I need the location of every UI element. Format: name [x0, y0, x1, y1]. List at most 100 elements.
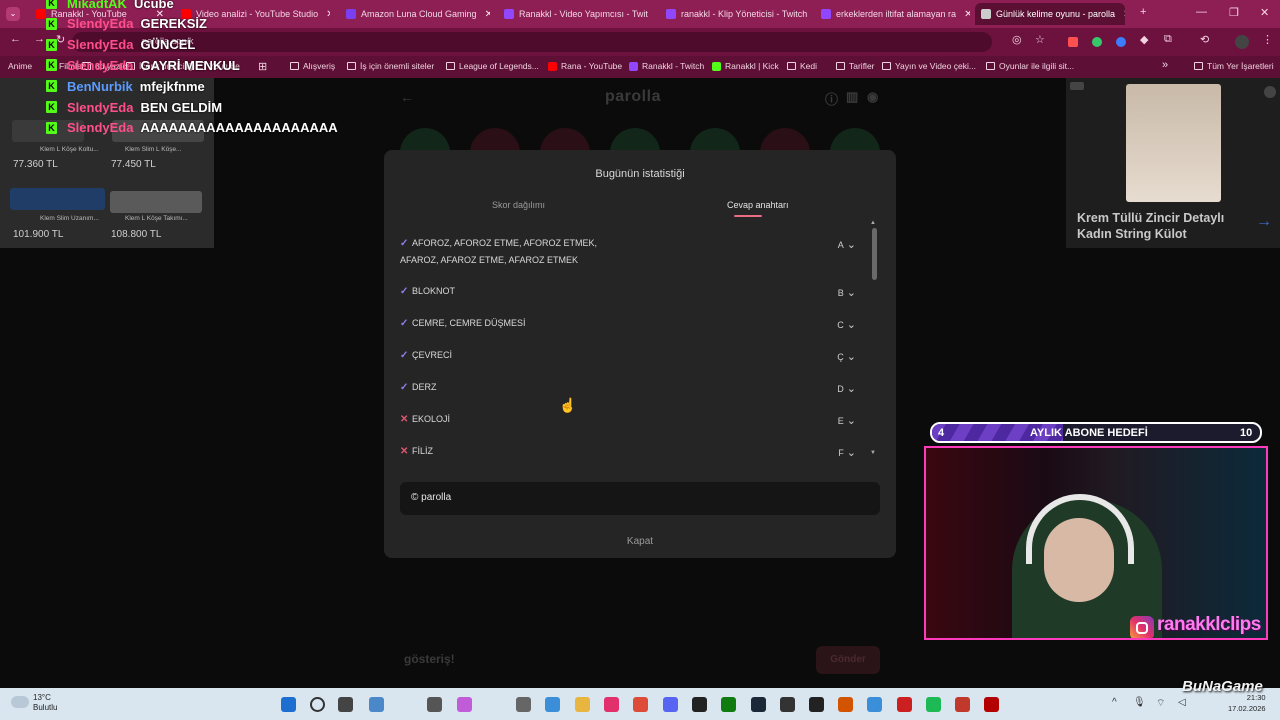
wifi-icon[interactable]: ⌔: [1156, 697, 1165, 710]
browser-tab[interactable]: Ranakkl - Video Yapımcısı - Twit✕: [498, 3, 653, 25]
minimize-icon[interactable]: —: [1196, 6, 1207, 18]
browser-tab[interactable]: Amazon Luna Cloud Gaming ✕: [340, 3, 490, 25]
widgets-icon[interactable]: [369, 697, 384, 712]
obs-icon[interactable]: [984, 697, 999, 712]
bookmark-item[interactable]: League of Legends...: [446, 61, 539, 71]
chevron-down-icon[interactable]: ⌄: [844, 287, 856, 299]
chevron-down-icon[interactable]: ⌄: [844, 383, 856, 395]
arrow-right-icon[interactable]: →: [1256, 213, 1272, 231]
chevron-down-icon[interactable]: ⌄: [844, 447, 856, 459]
browser-tab[interactable]: Günlük kelime oyunu - parolla✕: [975, 3, 1125, 25]
bookmark-item[interactable]: Yayın ve Video çeki...: [882, 61, 976, 71]
microphone-icon[interactable]: 🎙: [1133, 697, 1146, 708]
tab-close-icon[interactable]: ✕: [648, 9, 653, 20]
maximize-icon[interactable]: ❐: [1229, 6, 1239, 19]
bookmark-item[interactable]: İş için önemli siteler: [347, 61, 434, 71]
bookmark-star-icon[interactable]: ☆: [1035, 33, 1045, 46]
close-window-icon[interactable]: ✕: [1260, 6, 1269, 19]
back-icon[interactable]: ←: [10, 33, 21, 45]
instagram-app-icon[interactable]: [604, 697, 619, 712]
tab-answer-key[interactable]: Cevap anahtarı: [727, 200, 789, 210]
history-icon[interactable]: ⟲: [1200, 33, 1209, 46]
stats-icon[interactable]: ▥: [846, 89, 858, 105]
answer-row[interactable]: ✕ FİLİZ F ⌄: [400, 446, 856, 459]
user-icon[interactable]: ◉: [867, 89, 878, 105]
system-clock[interactable]: 21:30 17.02.2026: [1228, 692, 1266, 714]
bookmark-item[interactable]: Kedi: [787, 61, 817, 71]
spotify-icon[interactable]: [926, 697, 941, 712]
tab-search-icon[interactable]: ⌄: [6, 7, 20, 21]
xbox-icon[interactable]: [721, 697, 736, 712]
tray-chevron-icon[interactable]: ^: [1112, 697, 1117, 708]
tab-close-icon[interactable]: ✕: [807, 9, 808, 20]
answer-row[interactable]: ✓ ÇEVRECİ Ç ⌄: [400, 350, 856, 363]
extension-icon[interactable]: [1068, 37, 1078, 47]
task-view-icon[interactable]: [338, 697, 353, 712]
chevron-down-icon[interactable]: ⌄: [844, 239, 856, 251]
answer-row[interactable]: ✓ DERZ D ⌄: [400, 382, 856, 395]
answer-row[interactable]: ✓ BLOKNOT B ⌄: [400, 286, 856, 299]
chevron-down-icon[interactable]: ⌄: [844, 351, 856, 363]
tab-close-icon[interactable]: ✕: [956, 9, 970, 20]
bookmark-item[interactable]: Anime: [8, 61, 32, 71]
ad-close-icon[interactable]: [1264, 86, 1276, 98]
right-advertisement[interactable]: Krem Tüllü Zincir Detaylı Kadın String K…: [1066, 78, 1280, 248]
chevron-down-icon[interactable]: ⌄: [844, 319, 856, 331]
bookmark-item[interactable]: Oyunlar ile ilgili sit...: [986, 61, 1074, 71]
profile-avatar[interactable]: [1235, 35, 1249, 49]
app-icon[interactable]: [427, 697, 442, 712]
photos-icon[interactable]: [545, 697, 560, 712]
extension-icon[interactable]: [1116, 37, 1126, 47]
windows-start-icon[interactable]: [281, 697, 296, 712]
search-icon[interactable]: [310, 697, 325, 712]
more-bookmarks-icon[interactable]: »: [1162, 59, 1168, 71]
url-field[interactable]: parolla.app/k: [72, 32, 992, 52]
share-result-box[interactable]: © parolla: [400, 482, 880, 515]
bookmark-item[interactable]: Ranakkl | Kick: [712, 61, 779, 71]
bookmark-item[interactable]: Ranakkl - Twitch: [629, 61, 704, 71]
back-icon[interactable]: ←: [400, 89, 414, 105]
close-button[interactable]: Kapat: [384, 536, 896, 547]
eye-off-icon[interactable]: ◎: [1012, 33, 1022, 46]
answer-row[interactable]: ✓ AFOROZ, AFOROZ ETME, AFOROZ ETMEK, AFARO…: [400, 238, 856, 265]
game-icon[interactable]: [838, 697, 853, 712]
game-icon[interactable]: [955, 697, 970, 712]
scroll-down-icon[interactable]: ▼: [870, 450, 876, 456]
apps-icon[interactable]: ⊞: [258, 60, 267, 73]
copilot-icon[interactable]: [457, 697, 472, 712]
submit-button[interactable]: Gönder: [816, 646, 880, 674]
volume-icon[interactable]: ◁: [1178, 697, 1186, 708]
app-icon[interactable]: [780, 697, 795, 712]
extension-icon[interactable]: [1092, 37, 1102, 47]
bookmark-item[interactable]: Rana - YouTube: [548, 61, 622, 71]
bookmark-item[interactable]: Alışveriş: [290, 61, 335, 71]
app-icon[interactable]: [692, 697, 707, 712]
extension-icon[interactable]: ◆: [1140, 33, 1148, 46]
browser-tab[interactable]: erkeklerden iltifat alamayan ra ✕: [815, 3, 970, 25]
answer-row[interactable]: ✓ CEMRE, CEMRE DÜŞMESİ C ⌄: [400, 318, 856, 331]
steam-icon[interactable]: [751, 697, 766, 712]
puzzle-icon[interactable]: ⧉: [1164, 33, 1172, 46]
app-icon[interactable]: [867, 697, 882, 712]
tab-close-icon[interactable]: ✕: [477, 9, 490, 20]
app-icon[interactable]: [897, 697, 912, 712]
browser-tab[interactable]: ranakkl - Klip Yöneticisi - Twitch✕: [660, 3, 808, 25]
chevron-down-icon[interactable]: ⌄: [844, 415, 856, 427]
settings-icon[interactable]: [516, 697, 531, 712]
weather-widget[interactable]: 13°C Bulutlu: [33, 693, 57, 713]
scroll-up-icon[interactable]: ▲: [870, 220, 876, 226]
tab-score-distribution[interactable]: Skor dağılımı: [492, 200, 545, 210]
scrollbar-thumb[interactable]: [872, 228, 877, 280]
discord-icon[interactable]: [663, 697, 678, 712]
tab-close-icon[interactable]: ✕: [318, 9, 330, 20]
answer-input[interactable]: gösteriş!: [404, 652, 455, 666]
epic-games-icon[interactable]: [809, 697, 824, 712]
forward-icon[interactable]: →: [34, 33, 45, 45]
bookmark-item[interactable]: Tarifler: [836, 61, 875, 71]
answer-row[interactable]: ✕ EKOLOJİ E ⌄: [400, 414, 856, 427]
new-tab-button[interactable]: +: [1140, 6, 1146, 18]
tab-close-icon[interactable]: ✕: [1115, 9, 1125, 20]
info-icon[interactable]: ⓘ: [825, 89, 838, 108]
chrome-icon[interactable]: [633, 697, 648, 712]
bookmark-item[interactable]: Tüm Yer İşaretleri: [1194, 61, 1274, 71]
